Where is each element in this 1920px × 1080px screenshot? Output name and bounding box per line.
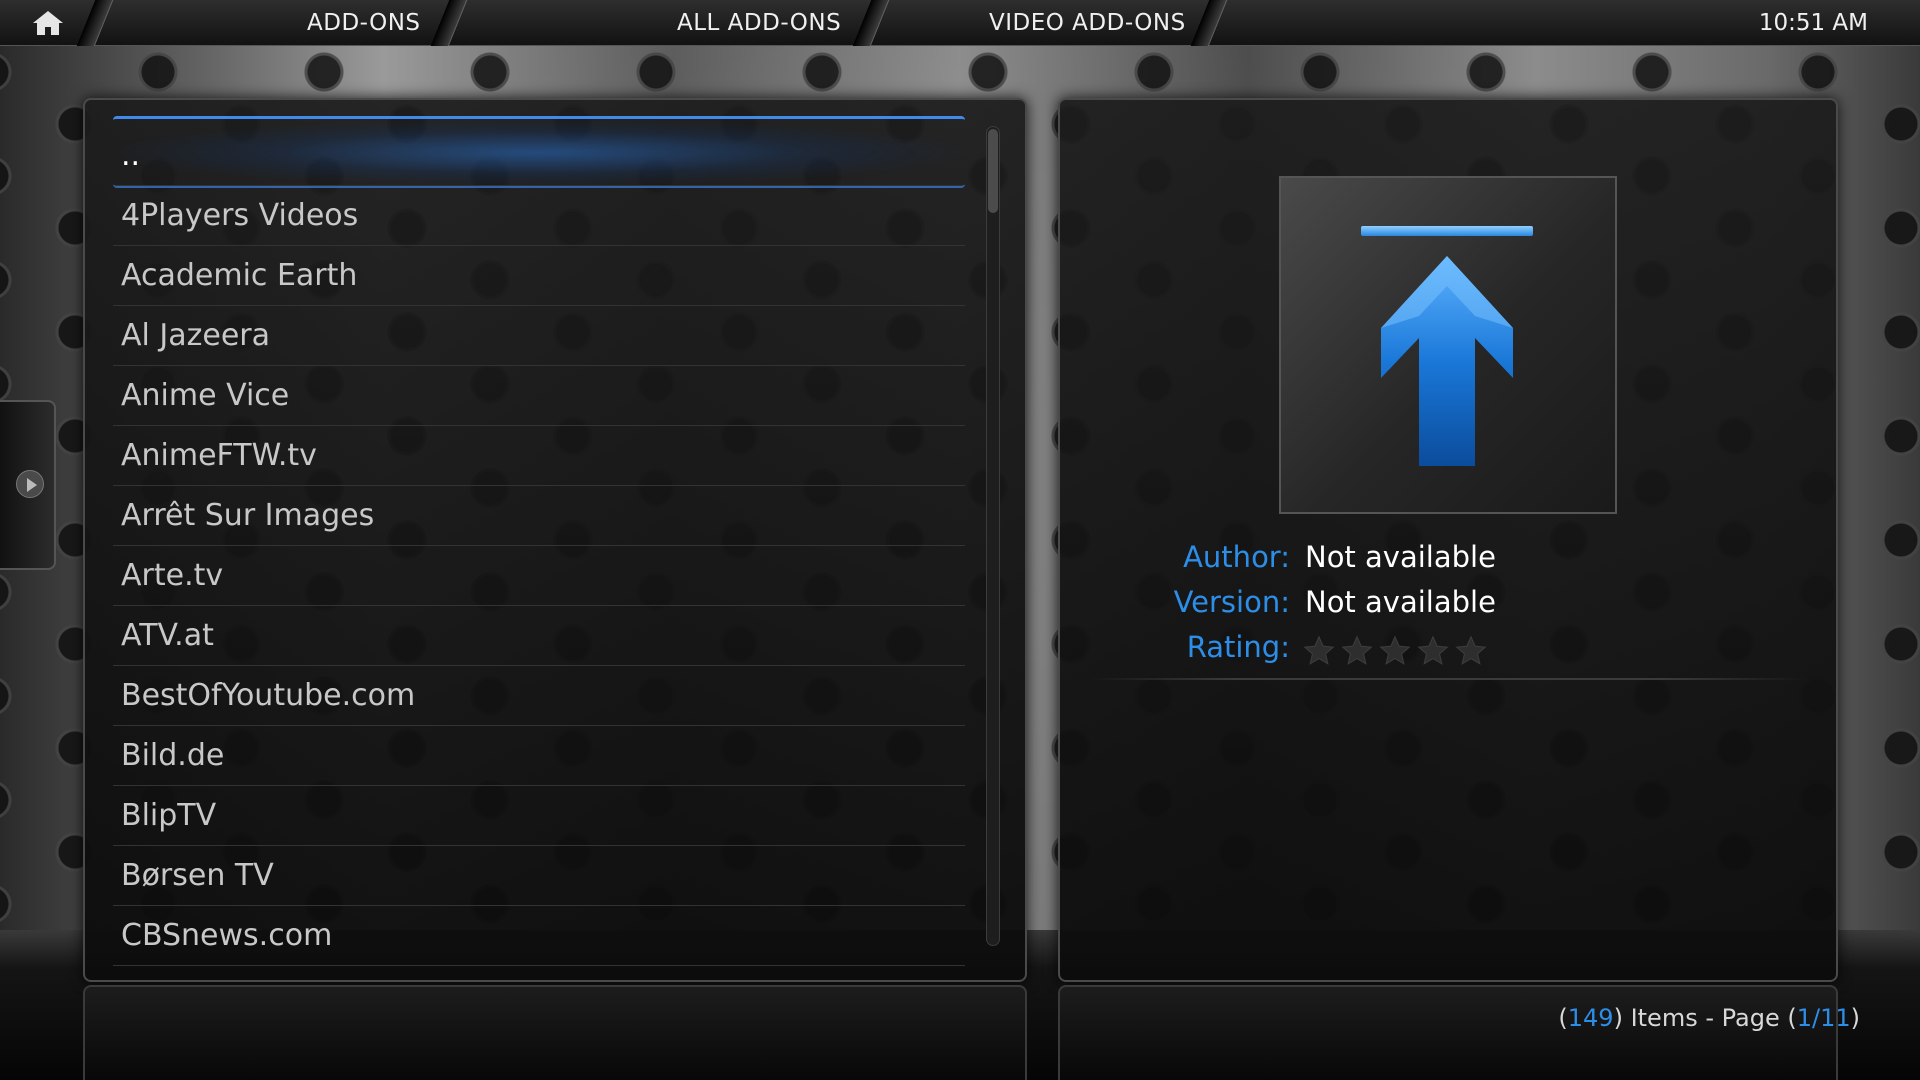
version-label: Version: [1173,585,1290,619]
list-item[interactable]: BestOfYoutube.com [113,666,965,726]
footer-panel-left [83,985,1027,1080]
list-item-label: Anime Vice [121,378,290,413]
list-item-label: AnimeFTW.tv [121,438,317,473]
list-item[interactable]: CBSnews.com [113,906,965,966]
list-item-label: CBSnews.com [121,918,333,953]
star-icon [1417,635,1449,665]
list-item-label: BlipTV [121,798,217,833]
list-item[interactable]: BlipTV [113,786,965,846]
list-item-label: BestOfYoutube.com [121,678,416,713]
breadcrumb-add-ons[interactable]: ADD-ONS [307,0,421,46]
side-menu-arrow-icon[interactable] [16,470,44,498]
clock: 10:51 AM [1758,10,1868,36]
list-item[interactable]: Anime Vice [113,366,965,426]
list-item[interactable]: Børsen TV [113,846,965,906]
list-item[interactable]: Al Jazeera [113,306,965,366]
list-item-label: Al Jazeera [121,318,271,353]
list-item-label: Bild.de [121,738,225,773]
list-item[interactable]: 4Players Videos [113,186,965,246]
list-item-label: .. [121,138,141,173]
footer-panel-right [1058,985,1838,1080]
page-indicator: 1/11 [1796,1004,1851,1032]
list-item-label: Academic Earth [121,258,358,293]
list-item-label: Arrêt Sur Images [121,498,375,533]
author-label: Author: [1183,540,1290,574]
list-item[interactable]: Bild.de [113,726,965,786]
scrollbar-thumb[interactable] [988,129,998,213]
items-page-count: (149) Items - Page (1/11) [1558,1004,1860,1032]
breadcrumb-all-add-ons[interactable]: ALL ADD-ONS [677,0,841,46]
rating-label: Rating: [1186,630,1290,664]
item-count: 149 [1567,1004,1614,1032]
info-divider [1090,678,1806,680]
breadcrumb-separator [430,0,468,46]
breadcrumb-video-add-ons[interactable]: VIDEO ADD-ONS [989,0,1186,46]
breadcrumb-separator [76,0,114,46]
list-item[interactable]: Arrêt Sur Images [113,486,965,546]
star-icon [1303,635,1335,665]
list-item[interactable]: Arte.tv [113,546,965,606]
version-value: Not available [1305,585,1496,619]
parent-folder-arrow-icon [1361,226,1533,466]
breadcrumb-separator [852,0,890,46]
list-item[interactable]: AnimeFTW.tv [113,426,965,486]
list-item-label: Arte.tv [121,558,224,593]
focus-highlight [113,116,965,188]
rating-stars [1302,634,1488,668]
breadcrumb-separator [1190,0,1228,46]
top-bar: ADD-ONS ALL ADD-ONS VIDEO ADD-ONS 10:51 … [0,0,1920,46]
list-item-label: ATV.at [121,618,214,653]
addon-list: .. 4Players Videos Academic Earth Al Jaz… [113,116,965,966]
list-item[interactable]: Academic Earth [113,246,965,306]
close-paren: ) [1850,1004,1860,1032]
home-icon[interactable] [32,10,64,36]
items-text: ) Items - Page ( [1613,1004,1797,1032]
list-item[interactable]: ATV.at [113,606,965,666]
list-item-label: Børsen TV [121,858,274,893]
star-icon [1455,635,1487,665]
addon-thumbnail [1279,176,1617,514]
open-paren: ( [1558,1004,1568,1032]
author-value: Not available [1305,540,1496,574]
list-item-label: 4Players Videos [121,198,359,233]
list-scrollbar[interactable] [986,126,1000,946]
star-icon [1379,635,1411,665]
list-item-parent[interactable]: .. [113,116,965,188]
star-icon [1341,635,1373,665]
